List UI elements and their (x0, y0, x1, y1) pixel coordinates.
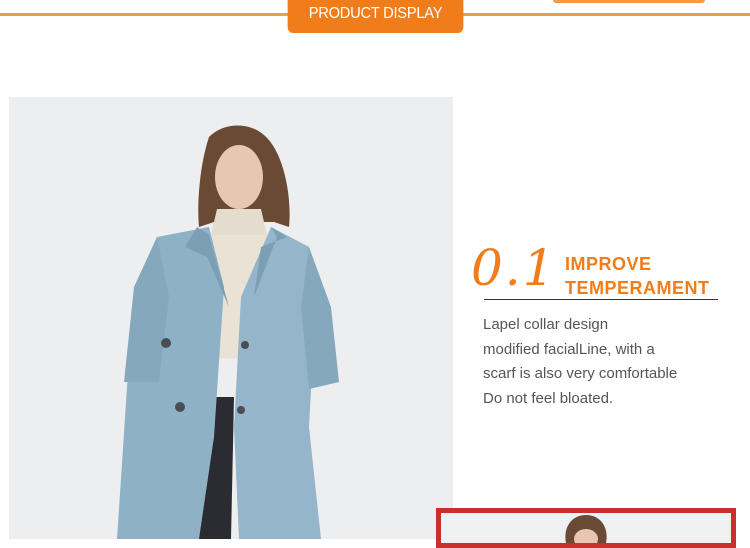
feature-heading: IMPROVE TEMPERAMENT (565, 252, 710, 300)
feature-divider (484, 299, 718, 300)
description-line: modified facialLine, with a (483, 340, 655, 358)
feature-heading-line-1: IMPROVE (565, 254, 652, 274)
feature-description: Lapel collar design modified facialLine,… (483, 313, 723, 411)
description-line: Lapel collar design (483, 316, 609, 333)
section-tab-product-display[interactable]: PRODUCT DISPLAY (287, 0, 464, 33)
header-pill-button[interactable] (553, 0, 705, 3)
description-line: scarf is also very comfortable (483, 365, 678, 382)
feature-heading-line-2: TEMPERAMENT (565, 278, 710, 298)
description-line: Do not feel bloated. (483, 389, 614, 407)
product-photo-thumbnail[interactable] (436, 508, 736, 548)
product-photo-main (9, 97, 453, 539)
feature-number: 0.1 (471, 239, 557, 297)
